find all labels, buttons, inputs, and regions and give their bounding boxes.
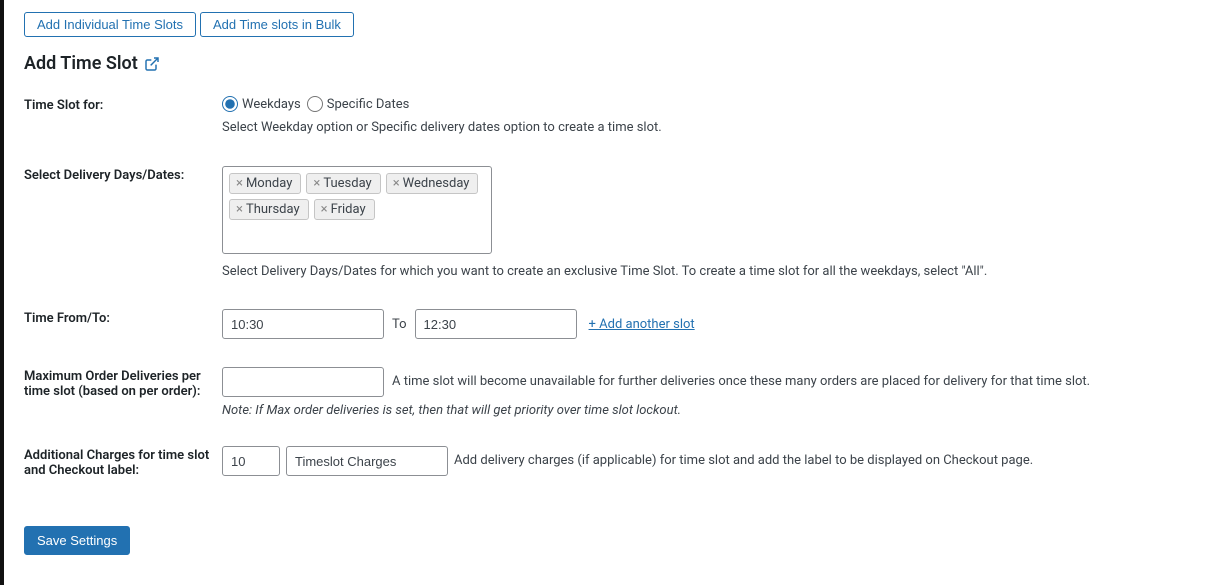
- label-time-range: Time From/To:: [24, 309, 222, 326]
- chip-remove-icon[interactable]: ×: [321, 202, 329, 217]
- control-max-orders: A time slot will become unavailable for …: [222, 367, 1207, 418]
- section-title: Add Time Slot: [24, 53, 1207, 74]
- chip-remove-icon[interactable]: ×: [236, 202, 244, 217]
- row-time-range: Time From/To: To + Add another slot: [24, 309, 1207, 339]
- radio-weekdays-wrapper[interactable]: Weekdays: [222, 96, 301, 112]
- row-max-orders: Maximum Order Deliveries per time slot (…: [24, 367, 1207, 418]
- time-to-input[interactable]: [415, 309, 577, 339]
- label-charges: Additional Charges for time slot and Che…: [24, 446, 222, 478]
- row-charges: Additional Charges for time slot and Che…: [24, 446, 1207, 478]
- to-label: To: [392, 317, 407, 332]
- help-delivery-days: Select Delivery Days/Dates for which you…: [222, 262, 1207, 282]
- tab-bulk[interactable]: Add Time slots in Bulk: [200, 12, 354, 37]
- chip-wednesday[interactable]: × Wednesday: [386, 173, 479, 194]
- control-delivery-days: × Monday × Tuesday × Wednesday × Thursda…: [222, 166, 1207, 282]
- tabs-row: Add Individual Time Slots Add Time slots…: [24, 12, 1207, 37]
- add-another-slot-link[interactable]: + Add another slot: [589, 317, 695, 332]
- help-max-orders: A time slot will become unavailable for …: [392, 372, 1090, 392]
- chip-thursday[interactable]: × Thursday: [229, 199, 309, 220]
- time-row: To + Add another slot: [222, 309, 1207, 339]
- charge-label-input[interactable]: [286, 446, 448, 476]
- section-title-text: Add Time Slot: [24, 53, 138, 74]
- chip-remove-icon[interactable]: ×: [236, 176, 244, 191]
- time-from-input[interactable]: [222, 309, 384, 339]
- chip-remove-icon[interactable]: ×: [313, 176, 321, 191]
- label-delivery-days: Select Delivery Days/Dates:: [24, 166, 222, 183]
- note-max-orders: Note: If Max order deliveries is set, th…: [222, 403, 1207, 418]
- control-charges: Add delivery charges (if applicable) for…: [222, 446, 1207, 476]
- chip-label: Wednesday: [403, 176, 470, 191]
- control-time-range: To + Add another slot: [222, 309, 1207, 339]
- help-charges: Add delivery charges (if applicable) for…: [454, 451, 1033, 471]
- chip-label: Tuesday: [323, 176, 371, 191]
- label-time-slot-for: Time Slot for:: [24, 96, 222, 113]
- radio-specific-wrapper[interactable]: Specific Dates: [307, 96, 410, 112]
- delivery-days-chipbox[interactable]: × Monday × Tuesday × Wednesday × Thursda…: [222, 166, 492, 254]
- settings-panel: Add Individual Time Slots Add Time slots…: [0, 0, 1207, 585]
- row-delivery-days: Select Delivery Days/Dates: × Monday × T…: [24, 166, 1207, 282]
- charge-amount-input[interactable]: [222, 446, 280, 476]
- max-row: A time slot will become unavailable for …: [222, 367, 1207, 397]
- save-button[interactable]: Save Settings: [24, 526, 130, 555]
- chip-label: Friday: [331, 202, 366, 217]
- radio-row: Weekdays Specific Dates: [222, 96, 1207, 112]
- control-time-slot-for: Weekdays Specific Dates Select Weekday o…: [222, 96, 1207, 138]
- external-link-icon[interactable]: [144, 56, 160, 72]
- row-time-slot-for: Time Slot for: Weekdays Specific Dates S…: [24, 96, 1207, 138]
- chip-monday[interactable]: × Monday: [229, 173, 301, 194]
- chip-friday[interactable]: × Friday: [314, 199, 375, 220]
- help-time-slot-for: Select Weekday option or Specific delive…: [222, 118, 1207, 138]
- chip-label: Thursday: [246, 202, 300, 217]
- label-max-orders: Maximum Order Deliveries per time slot (…: [24, 367, 222, 399]
- tab-individual[interactable]: Add Individual Time Slots: [24, 12, 196, 37]
- charges-row: Add delivery charges (if applicable) for…: [222, 446, 1207, 476]
- radio-specific-label: Specific Dates: [327, 97, 410, 112]
- chip-tuesday[interactable]: × Tuesday: [306, 173, 380, 194]
- radio-specific-dates[interactable]: [307, 96, 323, 112]
- radio-weekdays[interactable]: [222, 96, 238, 112]
- max-orders-input[interactable]: [222, 367, 384, 397]
- chip-label: Monday: [246, 176, 292, 191]
- chip-remove-icon[interactable]: ×: [393, 176, 401, 191]
- radio-weekdays-label: Weekdays: [242, 97, 301, 112]
